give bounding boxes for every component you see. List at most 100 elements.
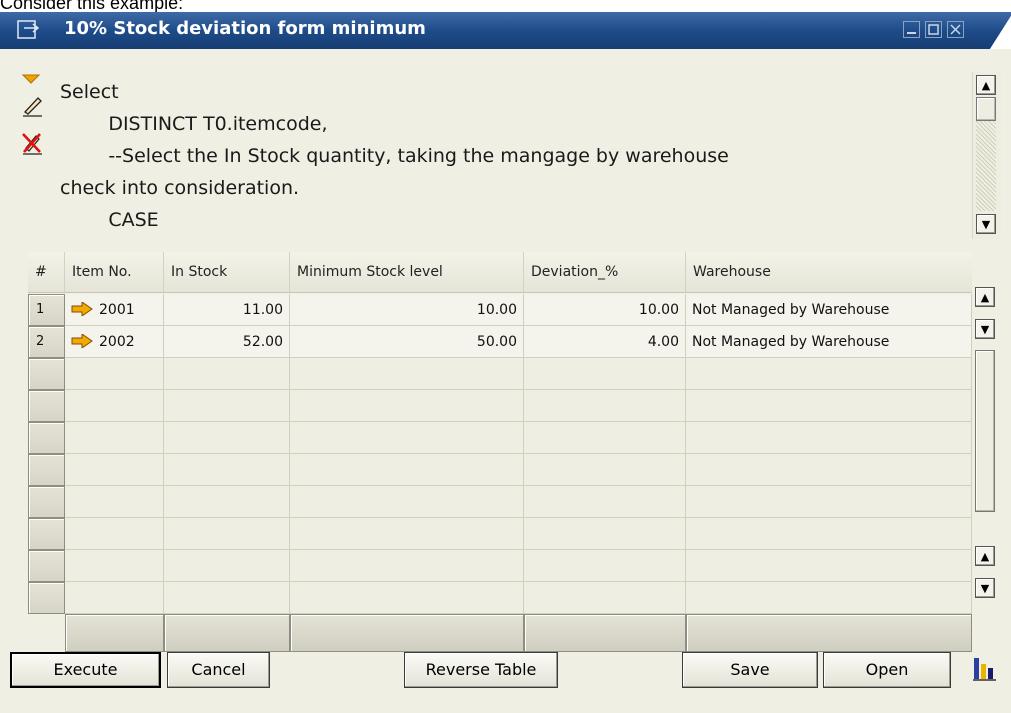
- empty-cell[interactable]: [164, 422, 290, 454]
- empty-cell[interactable]: [65, 582, 164, 614]
- empty-cell[interactable]: [164, 390, 290, 422]
- scroll-down-button[interactable]: ▼: [976, 214, 996, 234]
- empty-cell[interactable]: [290, 486, 524, 518]
- row-number[interactable]: 1: [28, 294, 65, 326]
- item-no-cell[interactable]: 2001: [65, 294, 164, 326]
- bar-chart-icon[interactable]: [972, 654, 998, 682]
- empty-cell[interactable]: [524, 358, 686, 390]
- empty-cell[interactable]: [290, 550, 524, 582]
- row-header[interactable]: [28, 390, 65, 422]
- row-header[interactable]: [28, 454, 65, 486]
- warehouse-cell[interactable]: Not Managed by Warehouse: [686, 326, 972, 358]
- scroll-track[interactable]: [976, 121, 996, 211]
- close-button[interactable]: [947, 21, 964, 38]
- row-header[interactable]: [28, 422, 65, 454]
- query-scrollbar[interactable]: ▲ ▼: [972, 72, 1001, 239]
- row-header[interactable]: [28, 486, 65, 518]
- save-button[interactable]: Save: [682, 652, 818, 688]
- empty-cell[interactable]: [164, 486, 290, 518]
- table-row[interactable]: [28, 454, 972, 486]
- title-bar[interactable]: 10% Stock deviation form minimum: [0, 12, 1011, 49]
- empty-cell[interactable]: [686, 390, 972, 422]
- table-row[interactable]: [28, 486, 972, 518]
- open-button[interactable]: Open: [823, 652, 951, 688]
- pencil-icon[interactable]: [20, 92, 46, 118]
- minimum-stock-cell[interactable]: 10.00: [290, 294, 524, 326]
- table-row[interactable]: [28, 390, 972, 422]
- delete-query-icon[interactable]: [20, 130, 46, 156]
- row-header[interactable]: [28, 358, 65, 390]
- empty-cell[interactable]: [686, 454, 972, 486]
- empty-cell[interactable]: [524, 390, 686, 422]
- item-no-cell[interactable]: 2002: [65, 326, 164, 358]
- empty-cell[interactable]: [164, 454, 290, 486]
- table-row[interactable]: 2 2002 52.00 50.00 4.00 Not Managed by W…: [28, 326, 972, 358]
- minimize-button[interactable]: [903, 21, 920, 38]
- row-header[interactable]: [28, 582, 65, 614]
- scroll-up-button[interactable]: ▲: [976, 75, 996, 95]
- column-header-item-no[interactable]: Item No.: [65, 252, 164, 292]
- column-header-minimum-stock[interactable]: Minimum Stock level: [290, 252, 524, 292]
- scroll-down-button[interactable]: ▼: [975, 578, 995, 598]
- scroll-up-button[interactable]: ▲: [975, 546, 995, 566]
- empty-cell[interactable]: [524, 454, 686, 486]
- column-header-deviation[interactable]: Deviation_%: [524, 252, 686, 292]
- link-arrow-icon[interactable]: [71, 334, 93, 348]
- maximize-button[interactable]: [925, 21, 942, 38]
- cancel-button[interactable]: Cancel: [167, 652, 270, 688]
- link-arrow-icon[interactable]: [71, 302, 93, 316]
- execute-button[interactable]: Execute: [10, 652, 161, 688]
- scroll-up-button[interactable]: ▲: [975, 287, 995, 307]
- empty-cell[interactable]: [65, 518, 164, 550]
- column-header-in-stock[interactable]: In Stock: [164, 252, 290, 292]
- empty-cell[interactable]: [290, 422, 524, 454]
- empty-cell[interactable]: [164, 518, 290, 550]
- row-header[interactable]: [28, 550, 65, 582]
- empty-cell[interactable]: [524, 518, 686, 550]
- table-row[interactable]: [28, 582, 972, 614]
- column-header-warehouse[interactable]: Warehouse: [686, 252, 972, 292]
- table-row[interactable]: [28, 550, 972, 582]
- reverse-table-button[interactable]: Reverse Table: [404, 652, 558, 688]
- in-stock-cell[interactable]: 52.00: [164, 326, 290, 358]
- empty-cell[interactable]: [686, 518, 972, 550]
- scroll-thumb[interactable]: [976, 97, 996, 121]
- empty-cell[interactable]: [65, 422, 164, 454]
- empty-cell[interactable]: [65, 454, 164, 486]
- query-text-area[interactable]: Select DISTINCT T0.itemcode, --Select th…: [57, 72, 967, 239]
- empty-cell[interactable]: [65, 358, 164, 390]
- row-number[interactable]: 2: [28, 326, 65, 358]
- table-row[interactable]: 1 2001 11.00 10.00 10.00 Not Managed by …: [28, 294, 972, 326]
- empty-cell[interactable]: [290, 518, 524, 550]
- empty-cell[interactable]: [290, 358, 524, 390]
- table-row[interactable]: [28, 358, 972, 390]
- column-header-row-number[interactable]: #: [28, 252, 65, 292]
- empty-cell[interactable]: [686, 550, 972, 582]
- in-stock-cell[interactable]: 11.00: [164, 294, 290, 326]
- scroll-down-button[interactable]: ▼: [975, 319, 995, 339]
- empty-cell[interactable]: [686, 358, 972, 390]
- empty-cell[interactable]: [65, 390, 164, 422]
- empty-cell[interactable]: [164, 358, 290, 390]
- empty-cell[interactable]: [524, 422, 686, 454]
- empty-cell[interactable]: [65, 550, 164, 582]
- table-row[interactable]: [28, 518, 972, 550]
- empty-cell[interactable]: [524, 486, 686, 518]
- empty-cell[interactable]: [686, 422, 972, 454]
- deviation-cell[interactable]: 10.00: [524, 294, 686, 326]
- empty-cell[interactable]: [164, 582, 290, 614]
- collapse-triangle-icon[interactable]: [20, 68, 46, 94]
- row-header[interactable]: [28, 518, 65, 550]
- empty-cell[interactable]: [290, 582, 524, 614]
- empty-cell[interactable]: [686, 486, 972, 518]
- empty-cell[interactable]: [686, 582, 972, 614]
- empty-cell[interactable]: [290, 454, 524, 486]
- deviation-cell[interactable]: 4.00: [524, 326, 686, 358]
- table-row[interactable]: [28, 422, 972, 454]
- grid-scrollbar[interactable]: ▲ ▼ ▲ ▼: [972, 284, 1000, 604]
- empty-cell[interactable]: [524, 582, 686, 614]
- empty-cell[interactable]: [290, 390, 524, 422]
- minimum-stock-cell[interactable]: 50.00: [290, 326, 524, 358]
- warehouse-cell[interactable]: Not Managed by Warehouse: [686, 294, 972, 326]
- empty-cell[interactable]: [524, 550, 686, 582]
